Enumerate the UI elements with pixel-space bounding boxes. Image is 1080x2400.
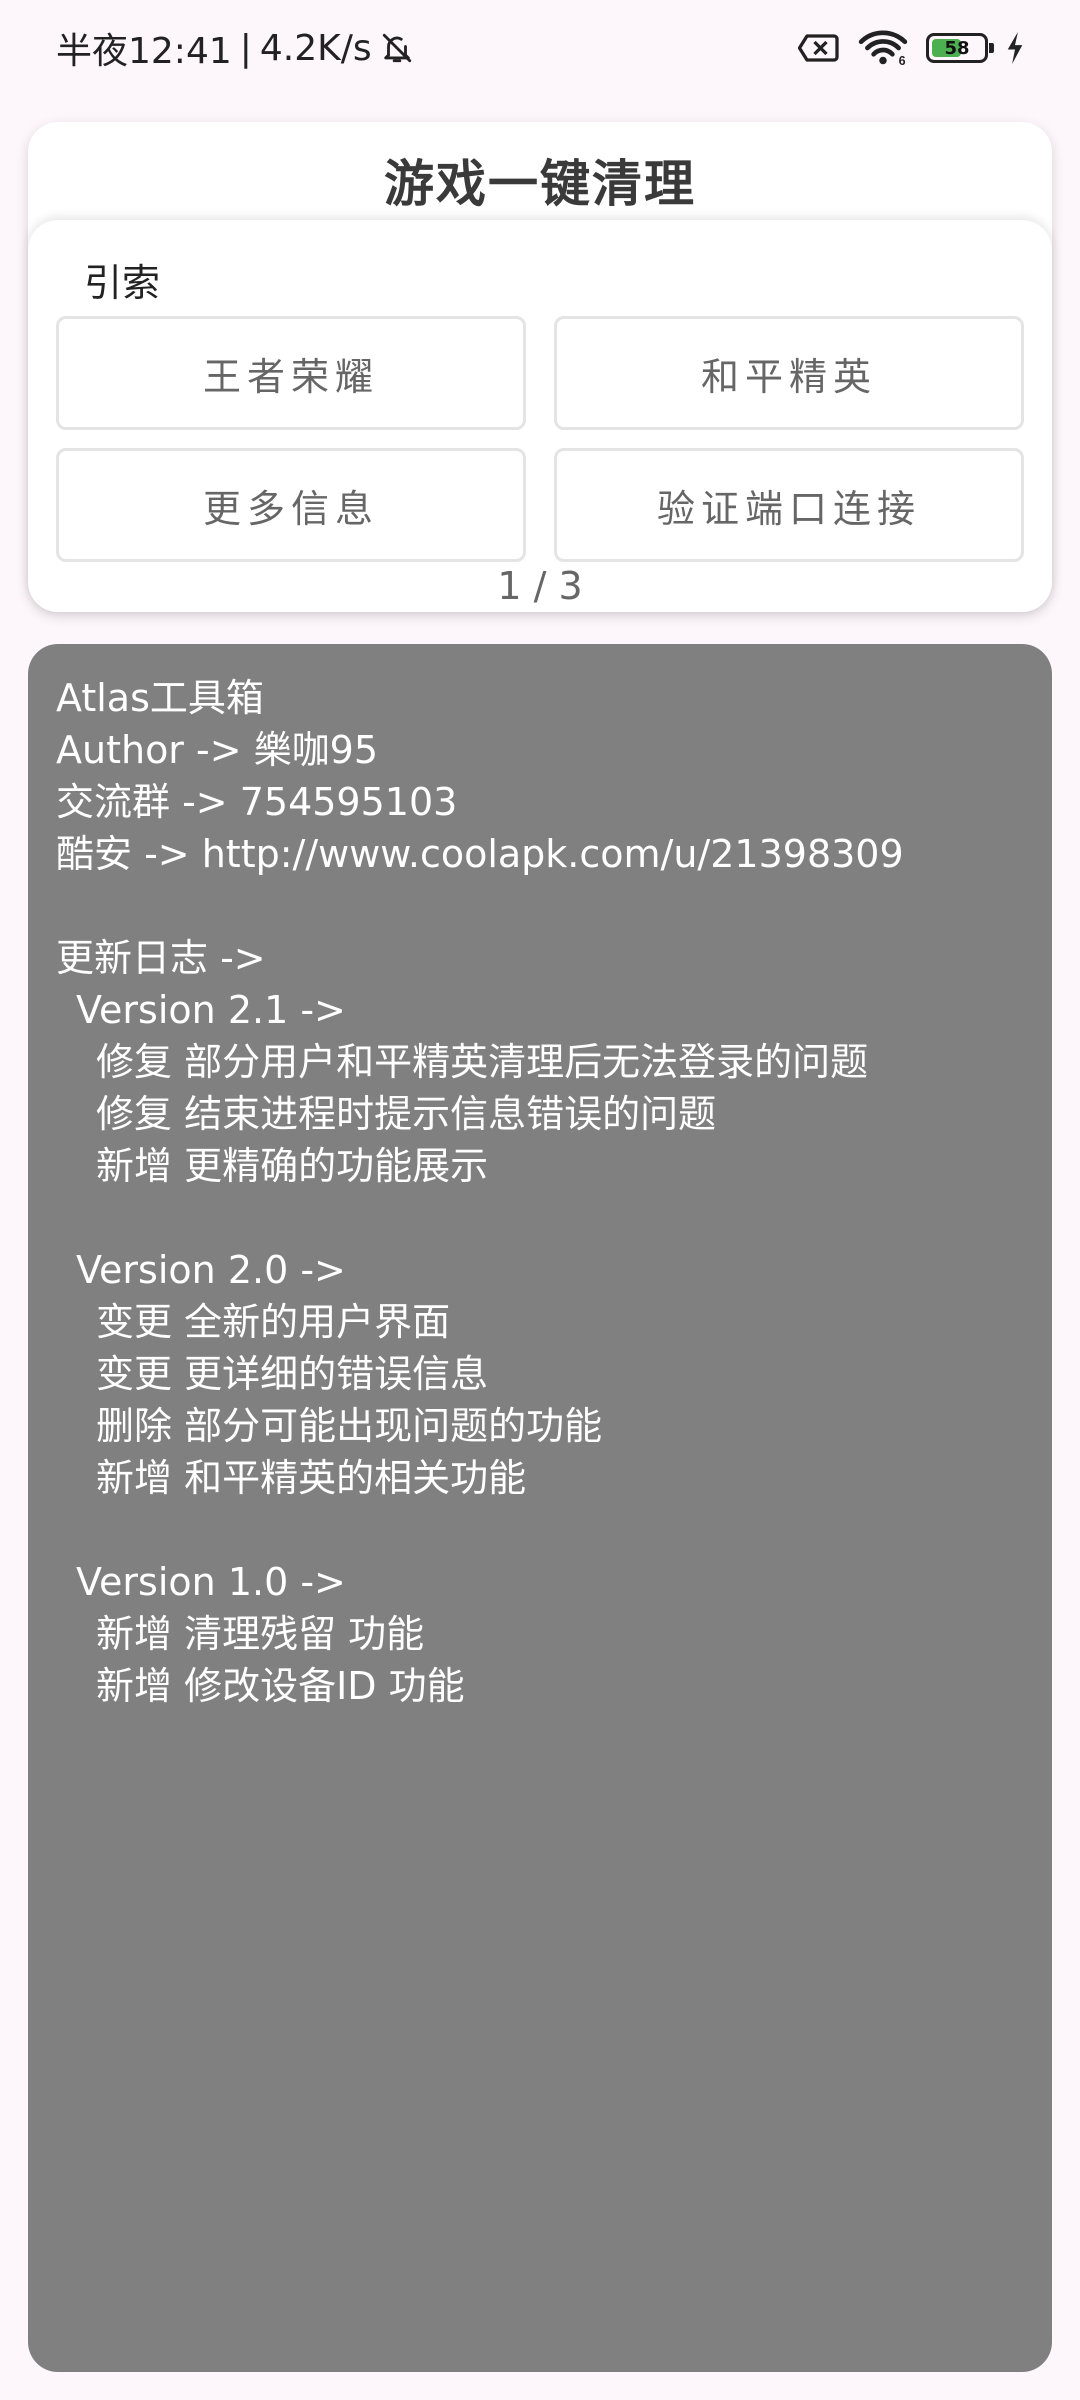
title-card: 游戏一键清理 引索 王者荣耀 和平精英 更多信息 验证端口连接 1 / 3 <box>28 122 1052 612</box>
author-line: Author -> 樂咖95 <box>56 728 378 772</box>
info-panel: Atlas工具箱 Author -> 樂咖95 交流群 -> 754595103… <box>28 644 1052 2372</box>
guide-button-grid: 王者荣耀 和平精英 更多信息 验证端口连接 <box>56 316 1024 562</box>
changelog-item: 新增 修改设备ID 功能 <box>96 1664 465 1708</box>
changelog-item: 新增 更精确的功能展示 <box>96 1144 489 1188</box>
changelog-item: 修复 结束进程时提示信息错误的问题 <box>96 1092 717 1136</box>
battery-level: 58 <box>944 37 970 59</box>
changelog-item: 修复 部分用户和平精英清理后无法登录的问题 <box>96 1040 869 1084</box>
status-right: 6 58 <box>798 30 1024 66</box>
status-bar: 半夜12:41 | 4.2K/s 6 58 <box>0 0 1080 96</box>
changelog-item: 变更 更详细的错误信息 <box>96 1352 489 1396</box>
status-left: 半夜12:41 | 4.2K/s <box>56 22 414 74</box>
bell-off-icon <box>380 31 414 65</box>
changelog-item: 删除 部分可能出现问题的功能 <box>96 1404 603 1448</box>
version-title: Version 2.0 -> <box>76 1248 346 1292</box>
battery-icon: 58 <box>926 33 994 63</box>
version-title: Version 2.1 -> <box>76 988 346 1032</box>
sim-disabled-icon <box>798 32 840 64</box>
changelog-item: 新增 清理残留 功能 <box>96 1612 425 1656</box>
guide-label: 引索 <box>84 261 161 305</box>
more-info-button[interactable]: 更多信息 <box>56 448 526 562</box>
honor-of-kings-button[interactable]: 王者荣耀 <box>56 316 526 430</box>
network-speed: 4.2K/s <box>259 27 372 69</box>
page-title: 游戏一键清理 <box>384 155 696 213</box>
coolapk-line: 酷安 -> http://www.coolapk.com/u/21398309 <box>56 832 904 876</box>
status-separator: | <box>239 27 252 69</box>
page-indicator: 1 / 3 <box>497 564 583 608</box>
group-line: 交流群 -> 754595103 <box>56 780 458 824</box>
charging-icon <box>1006 32 1024 64</box>
wifi-icon: 6 <box>858 30 908 66</box>
peacekeeper-elite-button[interactable]: 和平精英 <box>554 316 1024 430</box>
version-title: Version 1.0 -> <box>76 1560 346 1604</box>
changelog-item: 变更 全新的用户界面 <box>96 1300 451 1344</box>
app-name: Atlas工具箱 <box>56 676 264 720</box>
verify-port-button[interactable]: 验证端口连接 <box>554 448 1024 562</box>
wifi-label: 6 <box>899 54 906 66</box>
changelog-item: 新增 和平精英的相关功能 <box>96 1456 527 1500</box>
changelog-title: 更新日志 -> <box>56 936 266 980</box>
clock: 半夜12:41 <box>56 31 232 72</box>
guide-card: 引索 王者荣耀 和平精英 更多信息 验证端口连接 1 / 3 <box>28 220 1052 612</box>
